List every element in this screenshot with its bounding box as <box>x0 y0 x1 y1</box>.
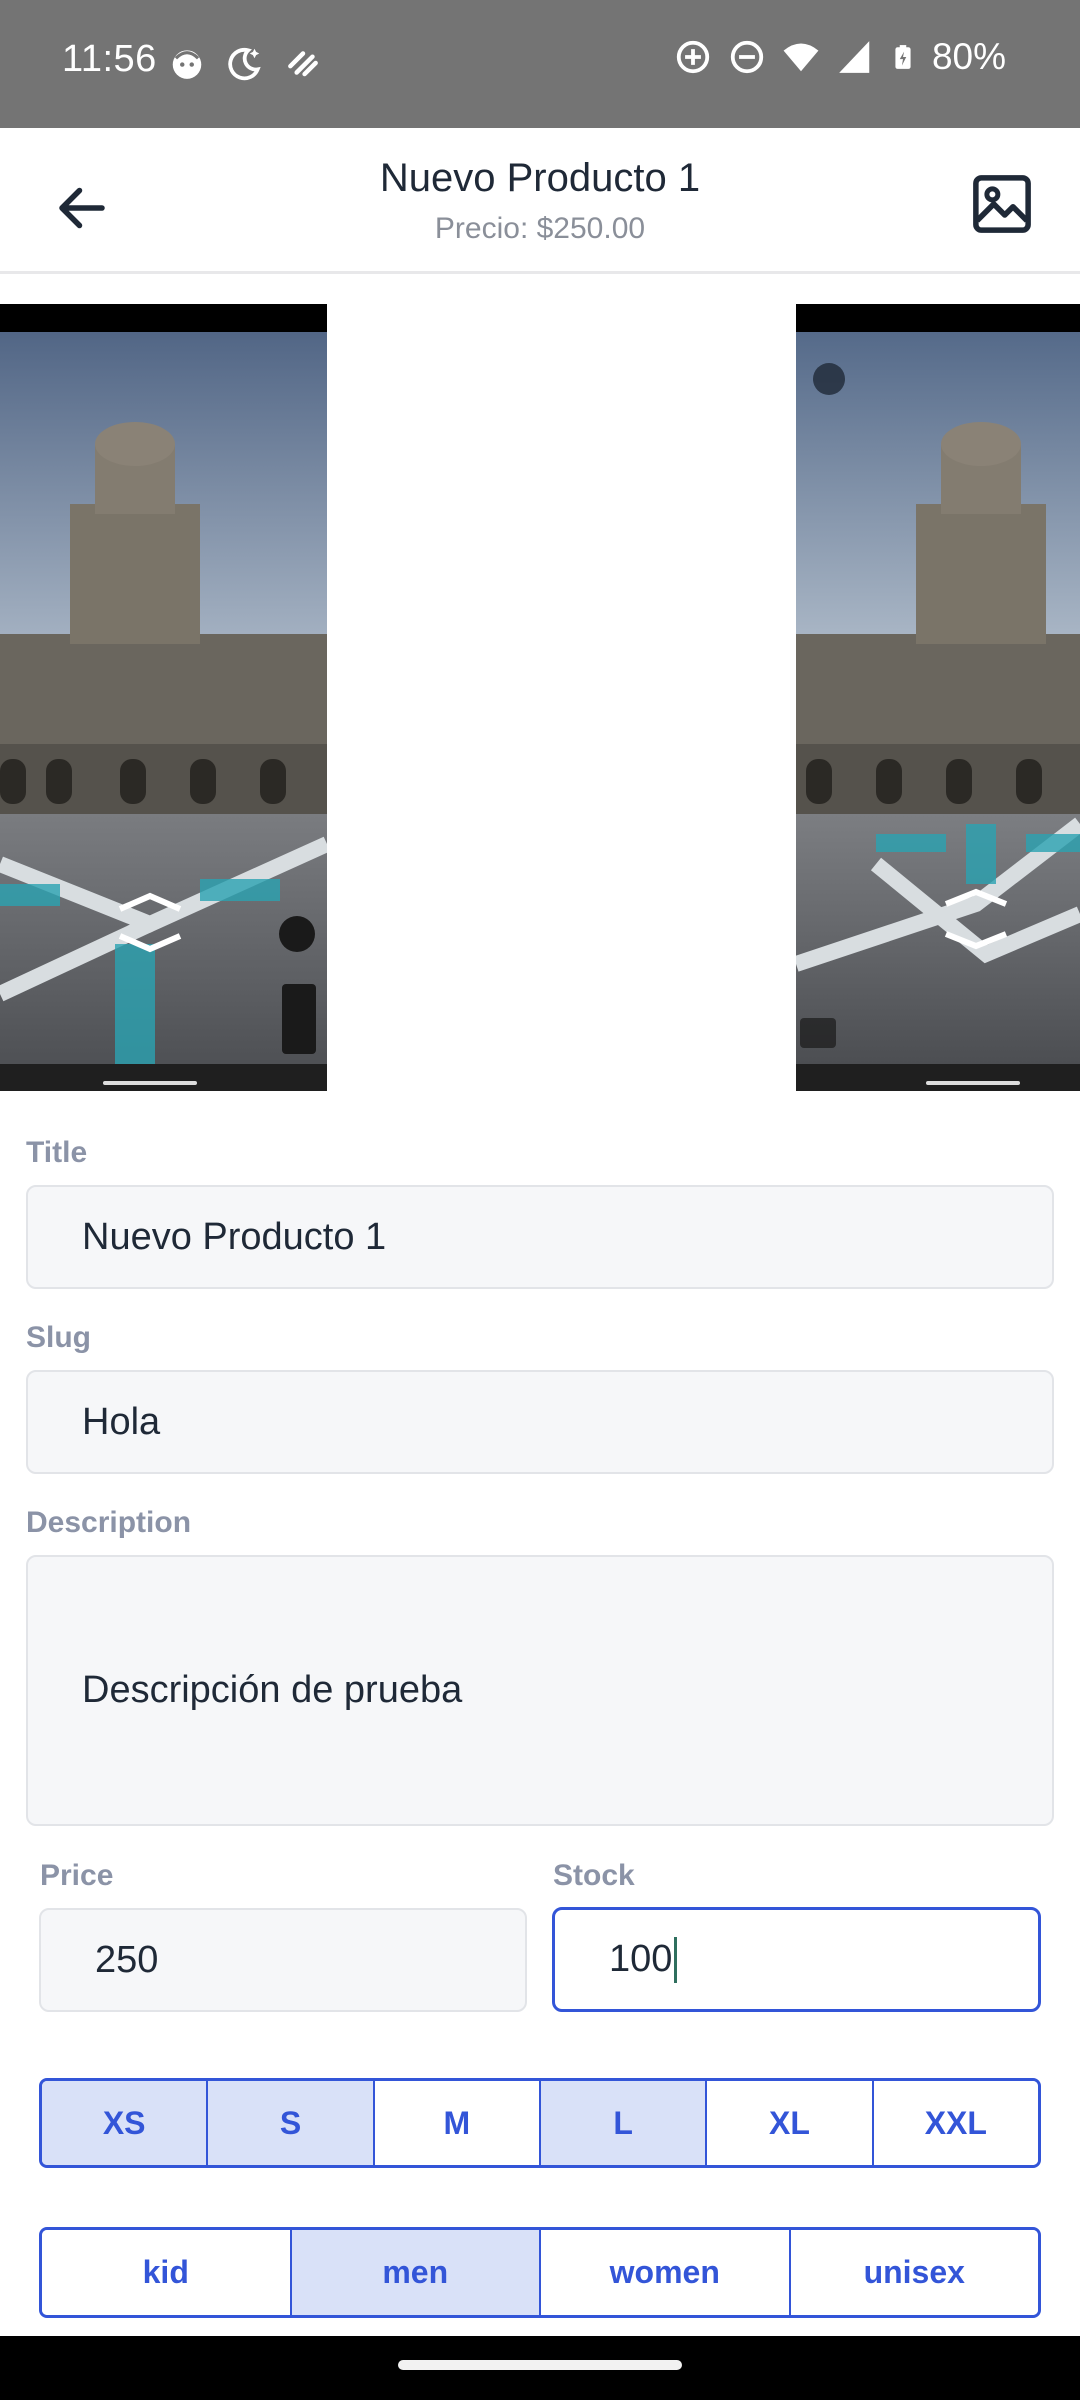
title-value: Nuevo Producto 1 <box>82 1215 387 1258</box>
description-label: Description <box>26 1506 192 1539</box>
status-left-icons <box>168 44 322 82</box>
gender-option-men[interactable]: men <box>291 2230 541 2315</box>
page-title: Nuevo Producto 1 <box>379 156 701 200</box>
size-option-s[interactable]: S <box>208 2081 375 2165</box>
size-option-xs[interactable]: XS <box>42 2081 209 2165</box>
signal-icon <box>839 41 870 73</box>
size-option-xl[interactable]: XL <box>707 2081 874 2165</box>
gender-option-kid[interactable]: kid <box>42 2230 292 2315</box>
data-saver-icon <box>676 40 710 74</box>
moon-icon <box>228 47 261 81</box>
price-input[interactable]: 250 <box>39 1908 527 2012</box>
description-textarea[interactable]: Descripción de prueba <box>26 1555 1054 1826</box>
home-gesture-handle[interactable] <box>398 2360 682 2370</box>
gender-option-women[interactable]: women <box>541 2230 791 2315</box>
price-subtitle: Precio: $250.00 <box>434 212 646 245</box>
app-header: Nuevo Producto 1 Precio: $250.00 <box>0 128 1080 274</box>
status-bar: 11:56 80% <box>0 0 1080 128</box>
price-value: 250 <box>95 1938 159 1981</box>
price-label: Price <box>40 1859 114 1892</box>
slug-label: Slug <box>26 1321 91 1354</box>
slug-input[interactable]: Hola <box>26 1370 1054 1474</box>
description-value: Descripción de prueba <box>82 1669 463 1711</box>
size-selector: XS S M L XL XXL <box>39 2078 1041 2168</box>
gender-option-unisex[interactable]: unisex <box>790 2230 1038 2315</box>
do-not-disturb-icon <box>730 40 764 74</box>
pick-image-button[interactable] <box>962 164 1042 244</box>
system-nav-bar <box>0 2336 1080 2400</box>
status-time: 11:56 <box>62 38 157 80</box>
size-option-l[interactable]: L <box>540 2081 708 2165</box>
title-label: Title <box>26 1136 88 1169</box>
title-input[interactable]: Nuevo Producto 1 <box>26 1185 1054 1289</box>
slug-value: Hola <box>82 1400 161 1443</box>
face-icon <box>172 50 202 79</box>
size-option-m[interactable]: M <box>374 2081 541 2165</box>
stock-input[interactable]: 100 <box>552 1907 1041 2012</box>
status-right-icons: 80% <box>674 36 1006 78</box>
stock-label: Stock <box>553 1859 635 1892</box>
stock-value: 100 <box>609 1938 673 1980</box>
battery-charging-icon <box>895 45 911 69</box>
battery-percent: 80% <box>931 36 1006 77</box>
text-caret <box>674 1936 678 1983</box>
product-image-2[interactable] <box>796 304 1080 1091</box>
gender-selector: kid men women unisex <box>39 2227 1041 2318</box>
size-option-xxl[interactable]: XXL <box>873 2081 1038 2165</box>
sync-icon <box>288 51 318 77</box>
product-image-1[interactable] <box>0 304 327 1091</box>
image-icon <box>973 175 1031 233</box>
product-image-gallery[interactable] <box>0 304 1080 1091</box>
wifi-icon <box>783 43 819 72</box>
